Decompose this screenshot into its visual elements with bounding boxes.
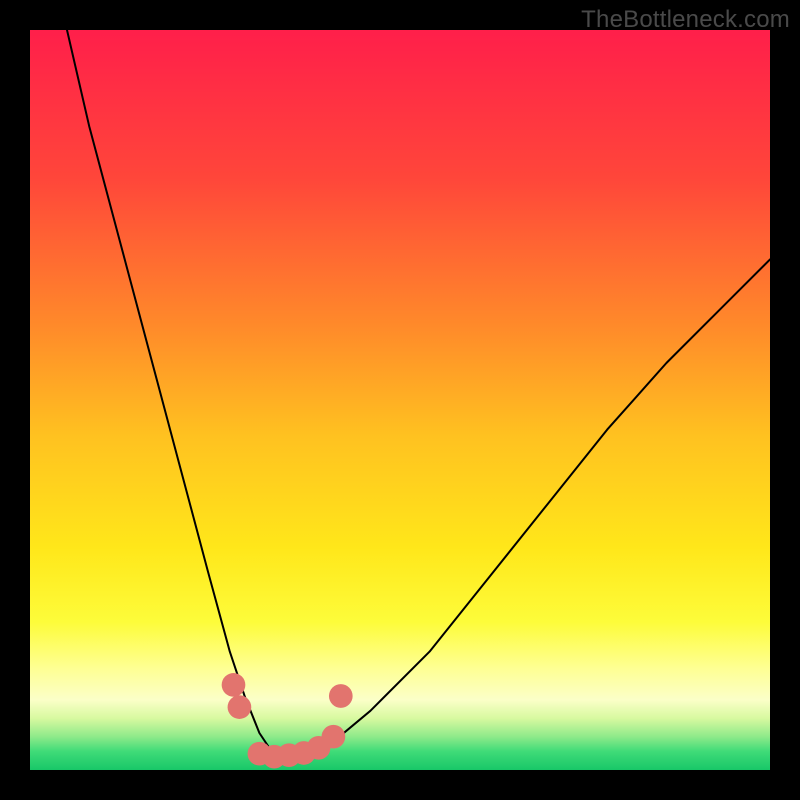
watermark-text: TheBottleneck.com bbox=[581, 6, 790, 34]
bottleneck-curve bbox=[30, 30, 770, 770]
plot-area bbox=[30, 30, 770, 770]
curve-markers bbox=[222, 673, 353, 768]
curve-marker bbox=[228, 695, 252, 719]
curve-marker bbox=[322, 725, 346, 749]
curve-marker bbox=[222, 673, 246, 697]
curve-marker bbox=[329, 684, 353, 708]
chart-frame: TheBottleneck.com bbox=[0, 0, 800, 800]
